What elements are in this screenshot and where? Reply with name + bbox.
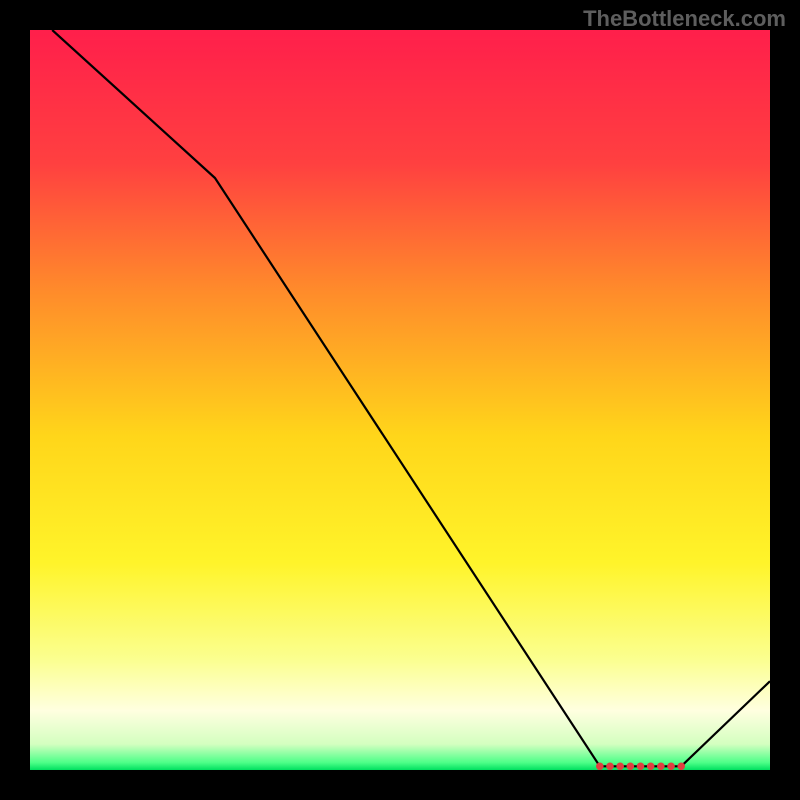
chart-marker-dot: [637, 763, 645, 771]
chart-marker-group: [596, 763, 685, 771]
chart-background-gradient: [30, 30, 770, 770]
chart-marker-dot: [627, 763, 635, 771]
chart-plot-area: [30, 30, 770, 770]
chart-marker-dot: [606, 763, 614, 771]
chart-marker-dot: [667, 763, 675, 771]
watermark-text: TheBottleneck.com: [583, 6, 786, 32]
chart-marker-dot: [677, 763, 685, 771]
chart-marker-dot: [616, 763, 624, 771]
chart-marker-dot: [657, 763, 665, 771]
chart-marker-dot: [647, 763, 655, 771]
chart-marker-dot: [596, 763, 604, 771]
